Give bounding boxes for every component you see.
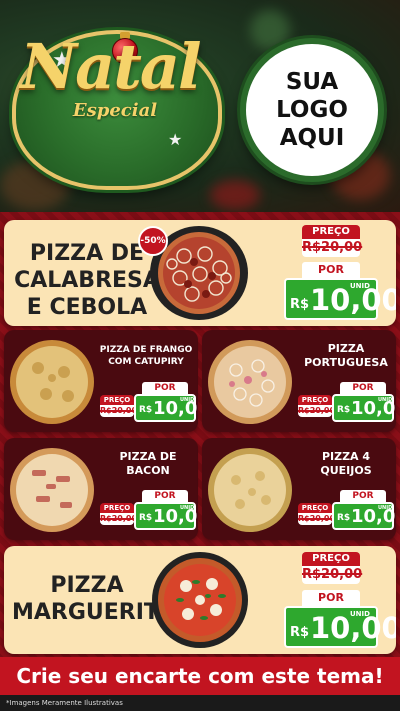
price-label: PREÇO [100, 395, 134, 405]
price-label: PREÇO [298, 503, 332, 513]
por-label: POR [302, 590, 360, 606]
old-price: R$20,00 [302, 239, 363, 257]
product-name: PIZZA DE CALABRESA E CEBOLA [14, 241, 160, 320]
pizza-image [152, 552, 248, 648]
new-price: R$ 10,00 UNID [332, 502, 396, 530]
discount-badge: -50% [138, 226, 168, 256]
product-name: PIZZA 4 QUEIJOS [320, 450, 372, 477]
por-label: POR [340, 382, 386, 394]
new-price: R$ 10,00 UNID [134, 394, 198, 422]
price-label: PREÇO [302, 552, 360, 566]
new-price: R$ 10,00 UNID [284, 606, 396, 648]
logo-line: LOGO [276, 97, 348, 123]
pizza-image [8, 446, 96, 534]
cta-banner[interactable]: Crie seu encarte com este tema! [0, 657, 400, 695]
product-name: PIZZA DE BACON [119, 450, 177, 477]
pizza-image [206, 446, 294, 534]
por-label: POR [340, 490, 386, 502]
por-label: POR [142, 490, 188, 502]
star-icon: ★ [168, 130, 183, 149]
new-price: R$ 10,00 UNID [284, 278, 396, 320]
product-card-4-queijos[interactable]: PIZZA 4 QUEIJOS PREÇO R$20,00 POR R$ 10,… [202, 438, 396, 540]
old-price: R$20,00 [302, 566, 363, 584]
product-card-bacon[interactable]: PIZZA DE BACON PREÇO R$20,00 POR R$ 10,0… [4, 438, 198, 540]
new-price: R$ 10,00 UNID [134, 502, 198, 530]
logo-line: AQUI [279, 125, 345, 151]
pizza-image [8, 338, 96, 426]
logo-placeholder[interactable]: SUA LOGO AQUI [240, 38, 384, 182]
product-card-frango[interactable]: PIZZA DE FRANGO COM CATUPIRY PREÇO R$20,… [4, 330, 198, 432]
product-card-calabresa[interactable]: PIZZA DE CALABRESA E CEBOLA -50% PREÇO R… [4, 220, 396, 326]
product-name: PIZZA MARGUERITA [12, 573, 175, 625]
old-price: R$20,00 [298, 513, 336, 525]
por-label: POR [302, 262, 360, 278]
new-price: R$ 10,00 UNID [332, 394, 396, 422]
por-label: POR [142, 382, 188, 394]
header-banner: ★ ★ Natal Especial SUA LOGO AQUI [0, 0, 400, 212]
especial-subtitle: Especial [72, 100, 158, 121]
natal-title: Natal [20, 30, 201, 103]
product-card-portuguesa[interactable]: PIZZA PORTUGUESA PREÇO R$20,00 POR R$ 10… [202, 330, 396, 432]
price-label: PREÇO [302, 225, 360, 239]
logo-line: SUA [285, 69, 339, 95]
footer-disclaimer: *Imagens Meramente Ilustrativas [0, 695, 400, 711]
product-name: PIZZA PORTUGUESA [304, 342, 388, 369]
price-label: PREÇO [100, 503, 134, 513]
price-label: PREÇO [298, 395, 332, 405]
product-name: PIZZA DE FRANGO COM CATUPIRY [99, 345, 193, 367]
old-price: R$20,00 [298, 405, 336, 417]
product-card-marguerita[interactable]: PIZZA MARGUERITA PREÇO R$20,00 POR R$ 10… [4, 546, 396, 654]
old-price: R$20,00 [100, 513, 138, 525]
pizza-image [206, 338, 294, 426]
old-price: R$20,00 [100, 405, 138, 417]
